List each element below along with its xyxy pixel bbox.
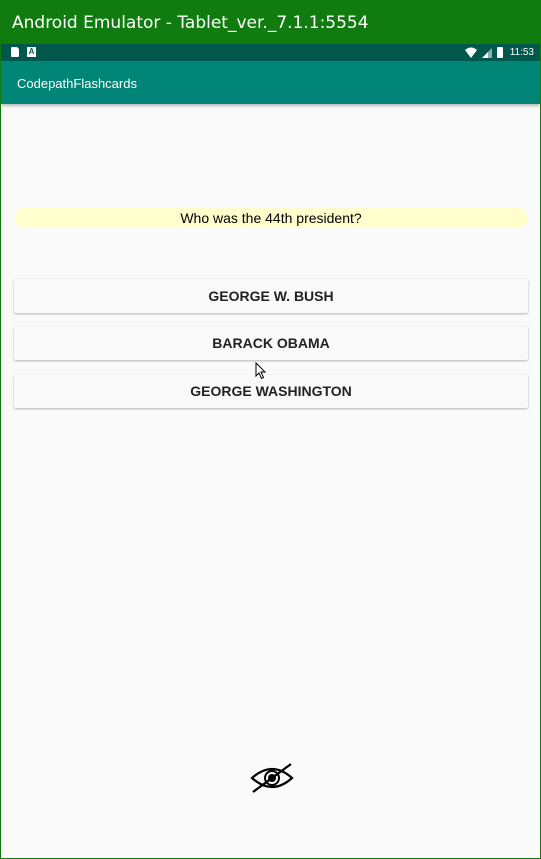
notification-a-icon: A (27, 47, 36, 57)
answer-button-barack-obama[interactable]: BARACK OBAMA (14, 326, 528, 360)
answer-button-george-w-bush[interactable]: GEORGE W. BUSH (14, 279, 528, 313)
mouse-cursor-icon (255, 362, 267, 380)
answer-button-george-washington[interactable]: GEORGE WASHINGTON (14, 374, 528, 408)
battery-icon (496, 47, 503, 58)
status-bar: A 11:53 (1, 44, 540, 61)
eye-hidden-icon[interactable] (249, 762, 295, 794)
device-screen: A 11:53 CodepathFlashcards Who was the 4… (1, 44, 540, 858)
cell-signal-icon (481, 47, 492, 58)
app-title: CodepathFlashcards (17, 76, 137, 91)
status-time: 11:53 (509, 47, 534, 58)
emulator-title-bar: Android Emulator - Tablet_ver._7.1.1:555… (0, 0, 541, 44)
app-bar: CodepathFlashcards (1, 61, 540, 104)
window-title: Android Emulator - Tablet_ver._7.1.1:555… (12, 13, 369, 33)
sd-card-icon (11, 47, 19, 57)
flashcard-question[interactable]: Who was the 44th president? (14, 208, 528, 228)
wifi-icon (464, 47, 477, 58)
